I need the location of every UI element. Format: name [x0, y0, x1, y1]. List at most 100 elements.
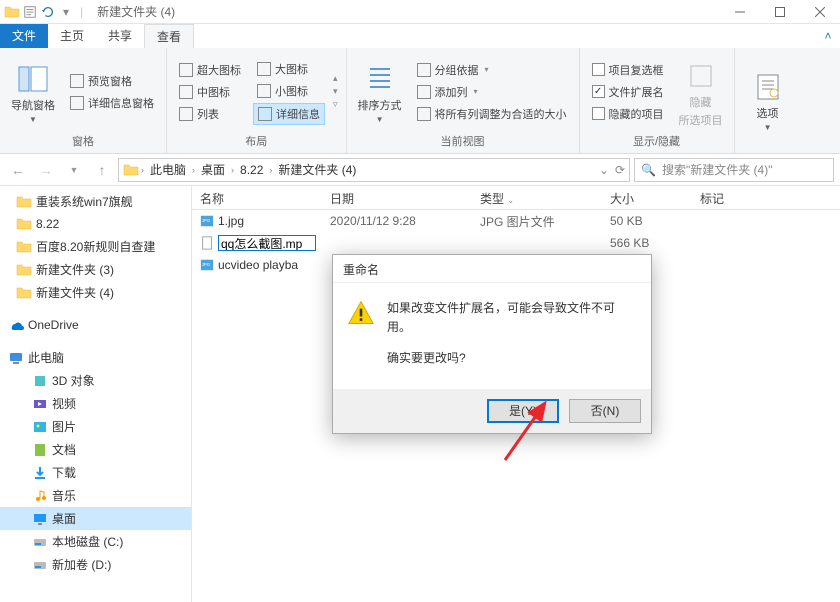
col-name[interactable]: 名称: [192, 186, 322, 209]
dropdown-icon: ▼: [376, 115, 384, 124]
col-tag[interactable]: 标记: [692, 186, 782, 209]
tree-thispc[interactable]: 此电脑: [0, 346, 191, 369]
nav-pane-button[interactable]: 导航窗格 ▼: [8, 52, 58, 131]
ribbon-group-panes: 导航窗格 ▼ 预览窗格 详细信息窗格 窗格: [0, 48, 167, 153]
file-extensions-toggle[interactable]: 文件扩展名: [588, 82, 668, 102]
window-title: 新建文件夹 (4): [97, 3, 175, 20]
close-button[interactable]: [800, 0, 840, 24]
minimize-button[interactable]: [720, 0, 760, 24]
folder-icon: [123, 162, 139, 178]
col-type[interactable]: 类型 ⌄: [472, 186, 602, 209]
dialog-message: 如果改变文件扩展名，可能会导致文件不可用。 确实要更改吗?: [387, 299, 637, 381]
layout-l-icons[interactable]: 大图标: [253, 59, 325, 79]
dropdown-icon: ▼: [764, 123, 772, 132]
tree-item[interactable]: 视频: [0, 392, 191, 415]
layout-scroll-down[interactable]: ▾: [333, 86, 338, 97]
add-columns-button[interactable]: 添加列▾: [413, 82, 571, 102]
hidden-items-toggle[interactable]: 隐藏的项目: [588, 104, 668, 124]
address-bar: ← → ▼ ↑ › 此电脑 › 桌面 › 8.22 › 新建文件夹 (4) ⌄ …: [0, 154, 840, 186]
tree-item[interactable]: 文档: [0, 438, 191, 461]
svg-text:JPG: JPG: [202, 218, 211, 223]
group-label: 显示/隐藏: [588, 131, 726, 149]
breadcrumb[interactable]: › 此电脑 › 桌面 › 8.22 › 新建文件夹 (4) ⌄ ⟳: [118, 158, 630, 182]
forward-button[interactable]: →: [34, 158, 58, 182]
group-label: 窗格: [8, 131, 158, 149]
tree-item[interactable]: 8.22: [0, 213, 191, 235]
tab-share[interactable]: 共享: [96, 24, 144, 48]
nav-tree[interactable]: 重装系统win7旗舰8.22百度8.20新规则自查建新建文件夹 (3)新建文件夹…: [0, 186, 192, 602]
file-row[interactable]: JPG1.jpg2020/11/12 9:28JPG 图片文件50 KB: [192, 210, 840, 232]
breadcrumb-seg[interactable]: 新建文件夹 (4): [274, 161, 360, 178]
layout-more[interactable]: ▿: [333, 99, 338, 110]
tree-onedrive[interactable]: OneDrive: [0, 314, 191, 336]
tree-item[interactable]: 下载: [0, 461, 191, 484]
ribbon-tabs: 文件 主页 共享 查看 ˄: [0, 24, 840, 48]
sort-button[interactable]: 排序方式 ▼: [355, 52, 405, 131]
file-row[interactable]: 566 KB: [192, 232, 840, 254]
tree-item[interactable]: 新建文件夹 (4): [0, 281, 191, 304]
group-label: 当前视图: [355, 131, 571, 149]
tree-item[interactable]: 桌面: [0, 507, 191, 530]
breadcrumb-seg[interactable]: 此电脑: [146, 161, 190, 178]
folder-app-icon: [4, 4, 20, 20]
qat-undo-icon[interactable]: [40, 4, 56, 20]
titlebar: ▾ | 新建文件夹 (4): [0, 0, 840, 24]
back-button[interactable]: ←: [6, 158, 30, 182]
search-icon: 🔍: [641, 163, 656, 177]
options-button[interactable]: 选项 ▼: [743, 52, 793, 147]
hide-selected-button[interactable]: 隐藏 所选项目: [676, 52, 726, 131]
tab-file[interactable]: 文件: [0, 24, 48, 48]
breadcrumb-seg[interactable]: 桌面: [197, 161, 229, 178]
ribbon-group-layout: 超大图标 中图标 列表 大图标 小图标 详细信息 ▴ ▾ ▿ 布局: [167, 48, 347, 153]
item-checkboxes-toggle[interactable]: 项目复选框: [588, 60, 668, 80]
quick-access-toolbar: ▾ | 新建文件夹 (4): [4, 3, 175, 20]
group-label: 布局: [175, 131, 338, 149]
dialog-title: 重命名: [333, 255, 651, 283]
layout-scroll-up[interactable]: ▴: [333, 73, 338, 84]
group-by-button[interactable]: 分组依据▾: [413, 60, 571, 80]
refresh-icon[interactable]: ⟳: [615, 163, 625, 177]
up-button[interactable]: ↑: [90, 158, 114, 182]
tree-item[interactable]: 图片: [0, 415, 191, 438]
ribbon: 导航窗格 ▼ 预览窗格 详细信息窗格 窗格 超大图标 中图标 列表 大图标 小图…: [0, 48, 840, 154]
dropdown-icon: ▼: [29, 115, 37, 124]
ribbon-group-showhide: 项目复选框 文件扩展名 隐藏的项目 隐藏 所选项目 显示/隐藏: [580, 48, 735, 153]
ribbon-collapse-icon[interactable]: ˄: [816, 24, 840, 48]
tree-item[interactable]: 新加卷 (D:): [0, 553, 191, 576]
address-dropdown-icon[interactable]: ⌄: [599, 163, 609, 177]
tab-home[interactable]: 主页: [48, 24, 96, 48]
warning-icon: [347, 299, 375, 327]
tab-view[interactable]: 查看: [144, 24, 194, 48]
layout-details[interactable]: 详细信息: [253, 103, 325, 125]
tree-item[interactable]: 百度8.20新规则自查建: [0, 235, 191, 258]
layout-list[interactable]: 列表: [175, 104, 245, 124]
col-date[interactable]: 日期: [322, 186, 472, 209]
search-input[interactable]: 🔍 搜索"新建文件夹 (4)": [634, 158, 834, 182]
tree-item[interactable]: 本地磁盘 (C:): [0, 530, 191, 553]
tree-item[interactable]: 新建文件夹 (3): [0, 258, 191, 281]
details-pane-button[interactable]: 详细信息窗格: [66, 93, 158, 113]
tree-item[interactable]: 重装系统win7旗舰: [0, 190, 191, 213]
layout-m-icons[interactable]: 中图标: [175, 82, 245, 102]
layout-xl-icons[interactable]: 超大图标: [175, 60, 245, 80]
qat-dropdown-icon[interactable]: ▾: [58, 4, 74, 20]
breadcrumb-seg[interactable]: 8.22: [236, 163, 267, 177]
separator: |: [80, 5, 83, 19]
qat-properties-icon[interactable]: [22, 4, 38, 20]
dialog-buttons: 是(Y) 否(N): [333, 389, 651, 433]
rename-dialog: 重命名 如果改变文件扩展名，可能会导致文件不可用。 确实要更改吗? 是(Y) 否…: [332, 254, 652, 434]
rename-input[interactable]: [218, 235, 316, 251]
col-size[interactable]: 大小: [602, 186, 692, 209]
tree-item[interactable]: 3D 对象: [0, 369, 191, 392]
ribbon-group-current-view: 排序方式 ▼ 分组依据▾ 添加列▾ 将所有列调整为合适的大小 当前视图: [347, 48, 580, 153]
tree-item[interactable]: 音乐: [0, 484, 191, 507]
maximize-button[interactable]: [760, 0, 800, 24]
fit-columns-button[interactable]: 将所有列调整为合适的大小: [413, 104, 571, 124]
yes-button[interactable]: 是(Y): [487, 399, 559, 423]
preview-pane-button[interactable]: 预览窗格: [66, 71, 158, 91]
recent-dropdown[interactable]: ▼: [62, 158, 86, 182]
no-button[interactable]: 否(N): [569, 399, 641, 423]
ribbon-group-options: 选项 ▼: [735, 48, 801, 153]
search-placeholder: 搜索"新建文件夹 (4)": [662, 161, 773, 178]
layout-s-icons[interactable]: 小图标: [253, 81, 325, 101]
